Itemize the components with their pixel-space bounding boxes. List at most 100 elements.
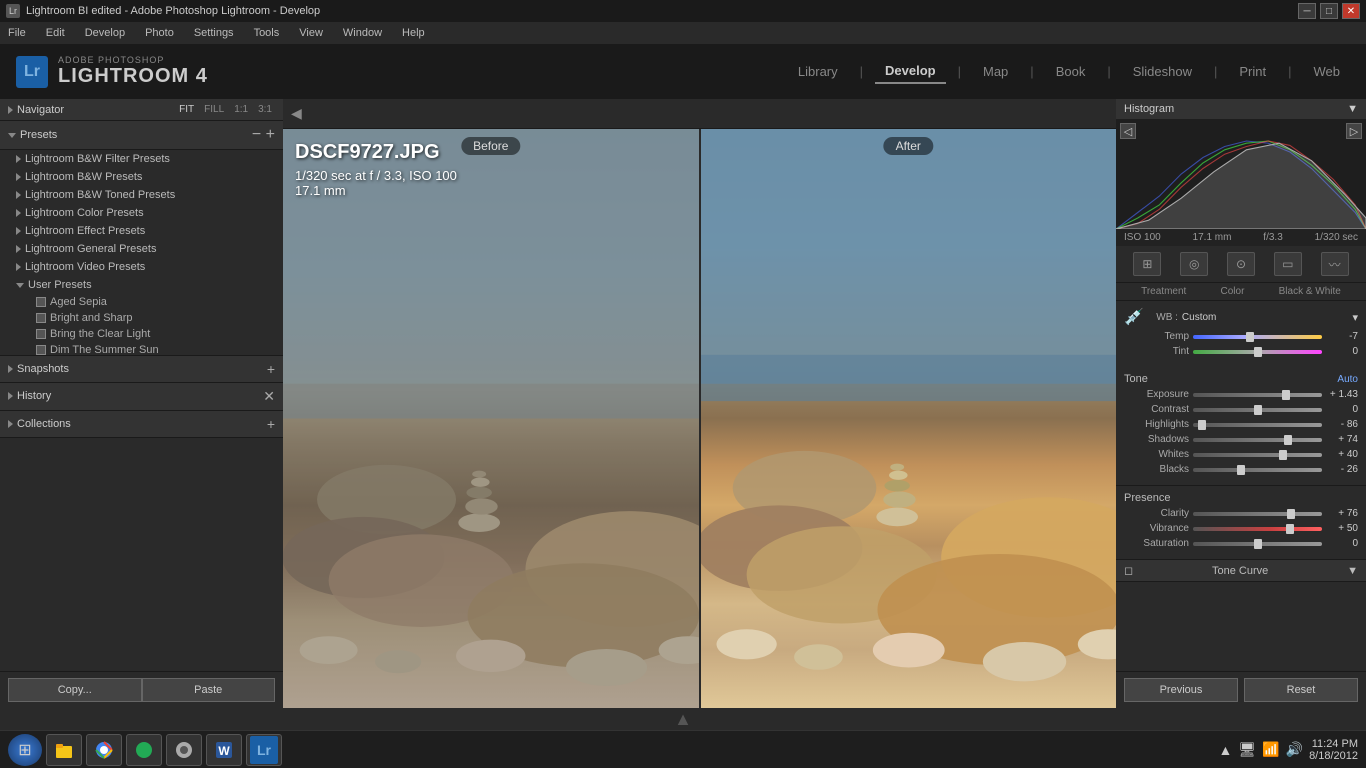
histogram-highlight-clipping[interactable]: ▷ bbox=[1346, 123, 1362, 139]
nav-3to1[interactable]: 3:1 bbox=[255, 103, 275, 116]
taskbar-word[interactable]: W bbox=[206, 734, 242, 766]
module-slideshow[interactable]: Slideshow bbox=[1123, 60, 1202, 83]
preset-group-color-header[interactable]: Lightroom Color Presets bbox=[0, 204, 283, 222]
bottom-strip-arrow[interactable]: ▲ bbox=[674, 709, 692, 730]
exposure-slider[interactable] bbox=[1193, 393, 1322, 397]
tray-network[interactable]: 📶 bbox=[1262, 741, 1279, 758]
window-controls[interactable]: ─ □ ✕ bbox=[1298, 3, 1360, 19]
module-print[interactable]: Print bbox=[1229, 60, 1276, 83]
radial-filter-tool[interactable]: 〰 bbox=[1321, 252, 1349, 276]
contrast-thumb[interactable] bbox=[1254, 405, 1262, 415]
menu-edit[interactable]: Edit bbox=[42, 25, 69, 41]
vibrance-slider[interactable] bbox=[1193, 527, 1322, 531]
redeye-tool[interactable]: ⊙ bbox=[1227, 252, 1255, 276]
start-button[interactable]: ⊞ bbox=[8, 734, 42, 766]
vibrance-thumb[interactable] bbox=[1286, 524, 1294, 534]
taskbar-chrome[interactable] bbox=[86, 734, 122, 766]
menu-help[interactable]: Help bbox=[398, 25, 429, 41]
histogram-collapse-icon[interactable]: ▼ bbox=[1347, 103, 1358, 115]
preset-item-bright-sharp[interactable]: Bright and Sharp bbox=[0, 310, 283, 326]
preset-group-bw-header[interactable]: Lightroom B&W Presets bbox=[0, 168, 283, 186]
menu-settings[interactable]: Settings bbox=[190, 25, 238, 41]
menu-window[interactable]: Window bbox=[339, 25, 386, 41]
taskbar-unknown2[interactable] bbox=[166, 734, 202, 766]
clarity-slider[interactable] bbox=[1193, 512, 1322, 516]
highlights-slider[interactable] bbox=[1193, 423, 1322, 427]
tone-auto-button[interactable]: Auto bbox=[1337, 374, 1358, 385]
preset-group-video-header[interactable]: Lightroom Video Presets bbox=[0, 258, 283, 276]
previous-button[interactable]: Previous bbox=[1124, 678, 1238, 702]
snapshots-header[interactable]: Snapshots + bbox=[0, 356, 283, 382]
tray-monitor[interactable]: 🖥 bbox=[1238, 741, 1256, 758]
preset-group-user-header[interactable]: User Presets bbox=[0, 276, 283, 294]
reset-button[interactable]: Reset bbox=[1244, 678, 1358, 702]
preset-group-effect-header[interactable]: Lightroom Effect Presets bbox=[0, 222, 283, 240]
preset-item-bring-clear-light[interactable]: Bring the Clear Light bbox=[0, 326, 283, 342]
taskbar-unknown[interactable] bbox=[126, 734, 162, 766]
contrast-slider[interactable] bbox=[1193, 408, 1322, 412]
preset-group-general-header[interactable]: Lightroom General Presets bbox=[0, 240, 283, 258]
separator: | bbox=[850, 60, 873, 83]
taskbar-file-explorer[interactable] bbox=[46, 734, 82, 766]
maximize-button[interactable]: □ bbox=[1320, 3, 1338, 19]
presets-add-button[interactable]: − + bbox=[252, 126, 275, 144]
saturation-slider[interactable] bbox=[1193, 542, 1322, 546]
temp-slider[interactable] bbox=[1193, 335, 1322, 339]
preset-item-aged-sepia[interactable]: Aged Sepia bbox=[0, 294, 283, 310]
module-web[interactable]: Web bbox=[1304, 60, 1351, 83]
spot-removal-tool[interactable]: ◎ bbox=[1180, 252, 1208, 276]
histogram-shadow-clipping[interactable]: ◁ bbox=[1120, 123, 1136, 139]
snapshots-add-button[interactable]: + bbox=[267, 361, 275, 377]
tray-arrow[interactable]: ▲ bbox=[1219, 742, 1233, 758]
preset-item-dim-summer[interactable]: Dim The Summer Sun bbox=[0, 342, 283, 356]
nav-fit[interactable]: FIT bbox=[176, 103, 197, 116]
copy-button[interactable]: Copy... bbox=[8, 678, 142, 702]
presets-header[interactable]: Presets − + bbox=[0, 121, 283, 150]
group-expand-icon bbox=[16, 173, 21, 181]
history-header[interactable]: History ✕ bbox=[0, 383, 283, 410]
menu-view[interactable]: View bbox=[295, 25, 327, 41]
close-button[interactable]: ✕ bbox=[1342, 3, 1360, 19]
temp-label: Temp bbox=[1124, 331, 1189, 342]
whites-slider[interactable] bbox=[1193, 453, 1322, 457]
tray-volume[interactable]: 🔊 bbox=[1286, 741, 1303, 758]
nav-fill[interactable]: FILL bbox=[201, 103, 227, 116]
wb-dropdown[interactable]: ▾ bbox=[1352, 311, 1358, 324]
blacks-thumb[interactable] bbox=[1237, 465, 1245, 475]
exposure-thumb[interactable] bbox=[1282, 390, 1290, 400]
whites-thumb[interactable] bbox=[1279, 450, 1287, 460]
crop-tool[interactable]: ⊞ bbox=[1133, 252, 1161, 276]
navigator-header[interactable]: Navigator FIT FILL 1:1 3:1 bbox=[0, 99, 283, 120]
collections-header[interactable]: Collections + bbox=[0, 411, 283, 437]
menu-file[interactable]: File bbox=[4, 25, 30, 41]
module-develop[interactable]: Develop bbox=[875, 59, 946, 84]
module-map[interactable]: Map bbox=[973, 60, 1018, 83]
menu-photo[interactable]: Photo bbox=[141, 25, 178, 41]
menu-develop[interactable]: Develop bbox=[81, 25, 129, 41]
shadows-thumb[interactable] bbox=[1284, 435, 1292, 445]
toolbar-arrow-left[interactable]: ◀ bbox=[291, 105, 302, 122]
paste-button[interactable]: Paste bbox=[142, 678, 276, 702]
module-library[interactable]: Library bbox=[788, 60, 848, 83]
wb-eyedropper[interactable]: 💉 bbox=[1124, 307, 1144, 327]
temp-thumb[interactable] bbox=[1246, 332, 1254, 342]
blacks-slider[interactable] bbox=[1193, 468, 1322, 472]
history-clear-button[interactable]: ✕ bbox=[263, 388, 275, 405]
tint-thumb[interactable] bbox=[1254, 347, 1262, 357]
shadows-slider[interactable] bbox=[1193, 438, 1322, 442]
saturation-thumb[interactable] bbox=[1254, 539, 1262, 549]
collections-add-button[interactable]: + bbox=[267, 416, 275, 432]
nav-1to1[interactable]: 1:1 bbox=[231, 103, 251, 116]
module-book[interactable]: Book bbox=[1046, 60, 1096, 83]
highlights-thumb[interactable] bbox=[1198, 420, 1206, 430]
preset-group-bwfilter-header[interactable]: Lightroom B&W Filter Presets bbox=[0, 150, 283, 168]
taskbar-lightroom[interactable]: Lr bbox=[246, 734, 282, 766]
clarity-thumb[interactable] bbox=[1287, 509, 1295, 519]
menu-tools[interactable]: Tools bbox=[250, 25, 284, 41]
tint-slider[interactable] bbox=[1193, 350, 1322, 354]
left-bottom-buttons: Copy... Paste bbox=[0, 671, 283, 708]
preset-group-bwtoned-header[interactable]: Lightroom B&W Toned Presets bbox=[0, 186, 283, 204]
tone-curve-header[interactable]: ◻ Tone Curve ▼ bbox=[1116, 560, 1366, 581]
minimize-button[interactable]: ─ bbox=[1298, 3, 1316, 19]
grad-filter-tool[interactable]: ▭ bbox=[1274, 252, 1302, 276]
